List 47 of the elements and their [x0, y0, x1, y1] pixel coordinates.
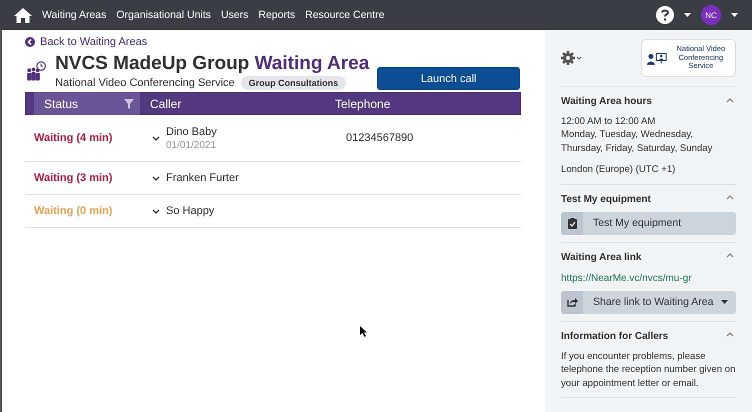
group-tag: Group Consultations [240, 76, 346, 90]
nav-link[interactable]: Reports [258, 9, 296, 21]
clipboard-check-icon [568, 218, 576, 229]
section-title: Information for Callers [561, 330, 668, 342]
column-header: Caller [150, 96, 182, 110]
nav-link[interactable]: Waiting Areas [42, 9, 106, 21]
section-title: Waiting Area hours [561, 96, 652, 107]
launch-call-button[interactable]: Launch call [377, 67, 520, 90]
status-text: Waiting (4 min) [33, 132, 114, 144]
nav-link[interactable]: Resource Centre [305, 9, 384, 21]
test-equipment-button[interactable]: Test My equipment [561, 212, 736, 235]
caret-icon [721, 300, 728, 304]
caller-dob: 01/01/2021 [166, 140, 217, 150]
info-text: London (Europe) (UTC +1) [561, 163, 676, 177]
home-icon[interactable] [14, 8, 32, 22]
status-text: Waiting (3 min) [33, 172, 114, 184]
column-header: Telephone [335, 96, 390, 110]
expand-chevron-icon[interactable] [152, 136, 160, 140]
waiting-area-link[interactable]: https://NearMe.vc/nvcs/mu-gr [561, 272, 736, 284]
share-icon [566, 297, 578, 308]
user-avatar[interactable]: NC [701, 5, 721, 25]
expand-chevron-icon[interactable] [152, 208, 160, 214]
filter-icon[interactable] [124, 98, 134, 108]
caller-name: Franken Furter [166, 172, 239, 184]
section-title: Test My equipment [561, 194, 651, 205]
question-mark-icon [660, 9, 670, 21]
telephone-number: 01234567890 [345, 132, 414, 144]
nav-link[interactable]: Users [220, 9, 248, 21]
expand-chevron-icon[interactable] [152, 176, 160, 180]
column-header: Status [44, 96, 78, 110]
caller-name: Dino Baby [166, 126, 217, 138]
nav-link[interactable]: Organisational Units [116, 9, 211, 21]
mouse-pointer-icon [360, 326, 368, 337]
section-title: Waiting Area link [561, 252, 642, 263]
page-title: NVCS MadeUp Group Waiting Area [55, 53, 370, 75]
status-text: Waiting (0 min) [33, 205, 114, 217]
help-button[interactable] [656, 6, 674, 24]
back-arrow-icon [25, 37, 35, 47]
back-link[interactable]: Back to Waiting Areas [25, 36, 545, 48]
gear-icon[interactable] [561, 51, 583, 65]
service-name: National Video Conferencing Service [55, 77, 235, 89]
caller-name: So Happy [166, 205, 214, 217]
caret-icon[interactable] [731, 13, 738, 17]
info-text: If you encounter problems, please telephone the reception number given on your appointment letter or email. [561, 350, 736, 390]
caret-icon[interactable] [684, 13, 691, 17]
share-link-dropdown[interactable]: Share link to Waiting Area [561, 290, 736, 314]
info-text: 12:00 AM to 12:00 AM Monday, Tuesday, Wednesday, Thursday, Friday, Saturday, Sunday [561, 115, 714, 156]
